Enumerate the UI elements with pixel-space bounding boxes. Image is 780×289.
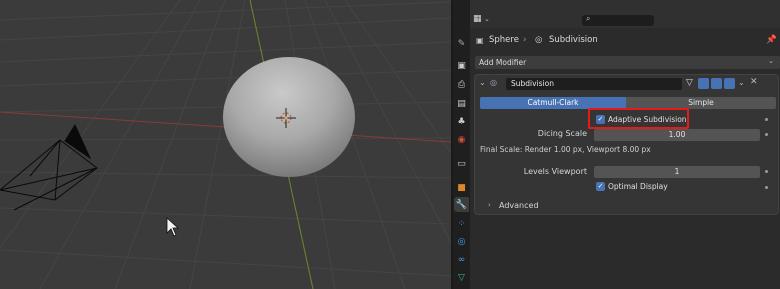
chevron-right-icon: › — [488, 201, 491, 209]
constraints-icon[interactable]: ∞ — [454, 252, 469, 267]
properties-editor-icon: ▦ — [473, 14, 482, 24]
3d-viewport[interactable] — [0, 0, 451, 289]
editor-type-menu[interactable]: ▦ ⌄ — [473, 14, 493, 26]
keyframe-dot[interactable] — [765, 118, 768, 121]
viewport-scene — [0, 0, 451, 289]
chevron-down-icon: ⌄ — [768, 57, 774, 65]
viewport-display-toggle[interactable] — [711, 78, 722, 89]
world-icon[interactable]: ◉ — [454, 132, 469, 147]
optimal-display-label: Optimal Display — [608, 182, 668, 191]
render-icon[interactable]: ▣ — [454, 58, 469, 73]
search-icon: ⌕ — [586, 14, 591, 23]
breadcrumb-object: Sphere — [489, 35, 519, 45]
breadcrumb-modifier: Subdivision — [549, 35, 598, 45]
view-layer-icon[interactable]: ▤ — [454, 96, 469, 111]
highlight-box — [588, 108, 689, 129]
modifier-header: ⌄ ◎ Subdivision ▽ ⌄ ✕ — [475, 75, 778, 92]
modifier-name-field[interactable]: Subdivision — [506, 78, 682, 90]
render-toggle[interactable] — [724, 78, 735, 89]
dicing-scale-field[interactable]: 1.00 — [594, 129, 760, 141]
particles-icon[interactable]: ⁘ — [454, 216, 469, 231]
mouse-pointer-icon — [166, 217, 180, 237]
pin-icon[interactable]: 📌 — [766, 35, 777, 45]
floor-grid — [0, 0, 451, 289]
advanced-label: Advanced — [499, 201, 539, 210]
camera-object[interactable] — [0, 123, 98, 211]
levels-viewport-field[interactable]: 1 — [594, 166, 760, 178]
object-icon[interactable]: ■ — [454, 180, 469, 195]
close-icon[interactable]: ✕ — [750, 77, 758, 87]
advanced-subpanel-header[interactable]: › Advanced — [479, 201, 679, 213]
levels-viewport-label: Levels Viewport — [523, 167, 587, 176]
keyframe-dot[interactable] — [765, 186, 768, 189]
keyframe-dot[interactable] — [765, 170, 768, 173]
add-modifier-label: Add Modifier — [479, 58, 527, 67]
breadcrumb: ▣ Sphere › ◎ Subdivision 📌 — [470, 30, 780, 50]
dropdown-menu-icon[interactable]: ⌄ — [738, 78, 745, 87]
breadcrumb-separator: › — [523, 35, 527, 45]
properties-header: ▦ ⌄ ⌕ — [470, 0, 780, 28]
tool-icon[interactable]: ✎ — [454, 36, 469, 51]
subdivision-modifier-icon: ◎ — [490, 78, 497, 87]
properties-tabs: ✎ ▣ ⎙ ▤ ♣ ◉ ▭ ■ 🔧 ⁘ ◎ ∞ ▽ — [453, 0, 470, 289]
collection-icon[interactable]: ▭ — [454, 156, 469, 171]
optimal-display-checkbox[interactable]: ✓ — [596, 182, 605, 191]
physics-icon[interactable]: ◎ — [454, 234, 469, 249]
edit-mode-toggle[interactable] — [698, 78, 709, 89]
final-scale-info: Final Scale: Render 1.00 px, Viewport 8.… — [480, 145, 651, 154]
object-square-icon: ▣ — [476, 36, 484, 45]
scene-icon[interactable]: ♣ — [454, 114, 469, 129]
modifier-icon[interactable]: 🔧 — [454, 197, 469, 212]
sphere-object[interactable] — [223, 57, 355, 177]
properties-editor: ▦ ⌄ ⌕ ▣ Sphere › ◎ Subdivision 📌 Add Mod… — [470, 0, 780, 289]
add-modifier-button[interactable]: Add Modifier ⌄ — [475, 56, 780, 69]
modifier-small-icon: ◎ — [535, 35, 543, 45]
dicing-scale-label: Dicing Scale — [537, 129, 587, 138]
on-cage-icon[interactable]: ▽ — [686, 78, 693, 88]
keyframe-dot[interactable] — [765, 133, 768, 136]
collapse-chevron-icon[interactable]: ⌄ — [479, 78, 486, 87]
modifier-panel: ⌄ ◎ Subdivision ▽ ⌄ ✕ Catmull-Clark Simp… — [474, 74, 779, 215]
output-icon[interactable]: ⎙ — [454, 77, 469, 92]
data-icon[interactable]: ▽ — [454, 270, 469, 285]
search-input[interactable]: ⌕ — [582, 14, 654, 26]
panel-empty-area — [470, 218, 780, 289]
chevron-down-icon: ⌄ — [484, 15, 490, 23]
